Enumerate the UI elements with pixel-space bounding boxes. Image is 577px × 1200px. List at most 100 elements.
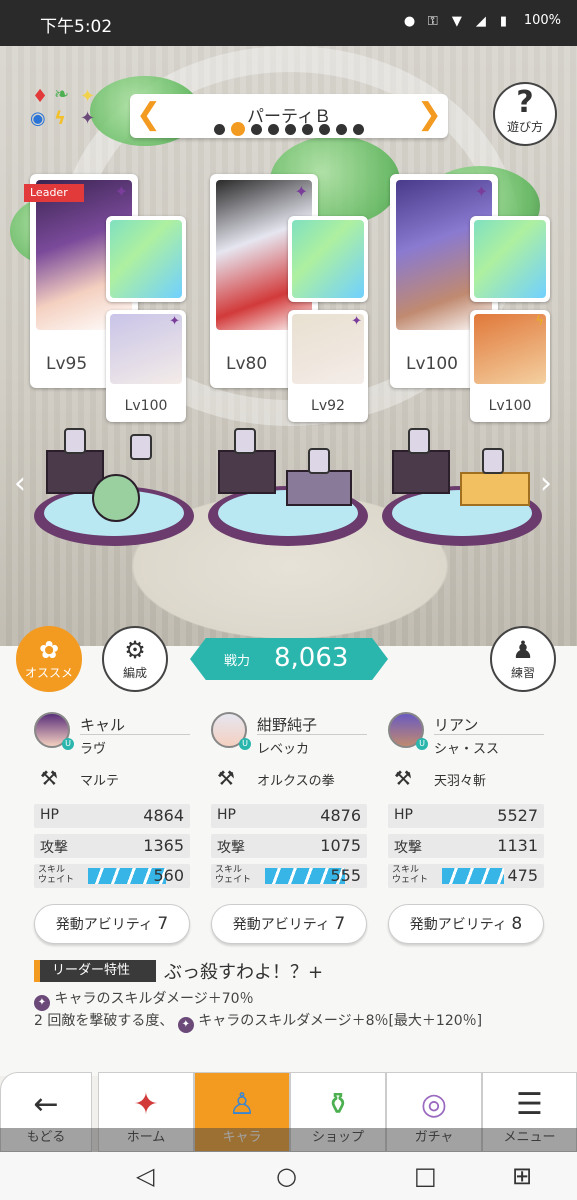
unit-sprite xyxy=(308,448,330,474)
page-dot[interactable] xyxy=(301,124,313,135)
weapon-slot-2[interactable] xyxy=(288,216,368,302)
dark-element-icon: ✦ xyxy=(114,182,128,201)
how-to-play-button[interactable]: ? 遊び方 xyxy=(493,82,557,146)
unit-sprite xyxy=(64,428,86,454)
leader-desc-1: ✦ キャラのスキルダメージ＋70％ xyxy=(34,988,254,1011)
dark-element-icon: ✦ xyxy=(177,1017,194,1033)
sub-character-slot-3[interactable]: ϟ Lv100 xyxy=(470,310,550,422)
support-name: ラヴ xyxy=(80,742,107,757)
support-name: シャ・スス xyxy=(434,742,500,757)
fist-weapon-icon xyxy=(292,220,364,298)
unit-badge-icon: U xyxy=(239,738,251,750)
weapon-slot-1[interactable] xyxy=(106,216,186,302)
system-home-icon[interactable]: ○ xyxy=(276,1162,297,1190)
skill-wait-stat: スキル ウェイト 560 xyxy=(34,864,190,888)
practice-button[interactable]: ♟ 練習 xyxy=(490,626,556,692)
weapon-name: 天羽々斬 xyxy=(434,774,487,789)
ability-button[interactable]: 発動アビリティ 7 xyxy=(34,904,190,944)
dark-element-icon: ✦ xyxy=(34,995,50,1011)
recommend-button[interactable]: ✿ オススメ xyxy=(16,626,82,692)
wifi-icon: ▼ xyxy=(451,13,462,29)
unit-badge-icon: U xyxy=(416,738,428,750)
key-icon: ⚿ xyxy=(427,13,438,29)
unit-sprite xyxy=(234,428,256,454)
ability-button[interactable]: 発動アビリティ 8 xyxy=(388,904,544,944)
pedestal-2 xyxy=(208,426,368,546)
hp-stat: HP 5527 xyxy=(388,804,544,828)
system-recents-icon[interactable]: □ xyxy=(414,1162,437,1190)
training-dummy-icon: ♟ xyxy=(512,636,534,664)
attack-stat: 攻撃 1131 xyxy=(388,834,544,858)
leader-tag: Leader xyxy=(24,184,84,202)
weapon-type-icon: ⚒ xyxy=(40,766,58,790)
character-level: Lv95 xyxy=(46,354,88,374)
dark-element-icon: ✦ xyxy=(169,314,180,329)
sword-weapon-icon xyxy=(474,220,546,298)
sub-character-slot-2[interactable]: ✦ Lv92 xyxy=(288,310,368,422)
sub-character-slot-1[interactable]: ✦ Lv100 xyxy=(106,310,186,422)
hp-stat: HP 4876 xyxy=(211,804,367,828)
dark-element-icon: ✦ xyxy=(294,182,308,201)
weapon-name: マルテ xyxy=(80,774,120,789)
pedestal-3 xyxy=(382,426,542,546)
support-name: レベッカ xyxy=(257,742,310,757)
system-back-icon[interactable]: ◁ xyxy=(136,1162,154,1190)
back-arrow-icon: ← xyxy=(33,1087,59,1122)
page-dot[interactable] xyxy=(318,124,330,135)
shop-icon: ⚱ xyxy=(325,1087,351,1122)
menu-icon: ☰ xyxy=(516,1087,543,1122)
attack-stat: 攻撃 1075 xyxy=(211,834,367,858)
party-page-dots xyxy=(0,122,577,136)
page-dot[interactable] xyxy=(267,124,279,135)
page-dot[interactable] xyxy=(284,124,296,135)
battle-power-value: 8,063 xyxy=(274,643,349,673)
thunder-element-icon: ϟ xyxy=(535,314,544,329)
weapon-type-icon: ⚒ xyxy=(217,766,235,790)
unit-badge-icon: U xyxy=(62,738,74,750)
character-name: キャル xyxy=(80,716,126,734)
scroll-left-arrow-icon[interactable]: ‹ xyxy=(14,466,26,501)
unit-sprite xyxy=(482,448,504,474)
leader-skill-name: ぶっ殺すわよ！？+ xyxy=(164,962,324,983)
character-icon: ♙ xyxy=(228,1087,256,1122)
character-level: Lv100 xyxy=(406,354,458,374)
gacha-icon: ◎ xyxy=(420,1087,448,1122)
clock: 下午5:02 xyxy=(40,17,113,37)
attack-stat: 攻撃 1365 xyxy=(34,834,190,858)
gamepad-icon[interactable]: ⊞ xyxy=(512,1162,532,1190)
weapon-name: オルクスの拳 xyxy=(257,774,335,789)
unit-sprite xyxy=(130,434,152,460)
notification-dot-icon: ● xyxy=(403,13,416,29)
home-icon: ✦ xyxy=(133,1087,159,1122)
recommend-icon: ✿ xyxy=(38,636,60,664)
leader-desc-2: 2 回敵を撃破する度、 ✦ キャラのスキルダメージ＋8％[最大＋120％] xyxy=(34,1010,482,1033)
battery-percent: 100% xyxy=(523,13,561,28)
fire-element-icon: ♦ xyxy=(32,86,49,107)
weapon-sprite xyxy=(92,474,140,522)
dark-element-icon: ✦ xyxy=(351,314,362,329)
weapon-type-icon: ⚒ xyxy=(394,766,412,790)
signal-icon: ◢ xyxy=(475,13,486,29)
battle-power: 戦力 8,063 xyxy=(190,638,388,680)
staff-weapon-icon xyxy=(110,220,182,298)
hp-stat: HP 4864 xyxy=(34,804,190,828)
wind-element-icon: ❧ xyxy=(54,84,70,105)
character-level: Lv80 xyxy=(226,354,268,374)
page-dot[interactable] xyxy=(250,124,262,135)
page-dot[interactable] xyxy=(352,124,364,135)
page-dot-active[interactable] xyxy=(230,122,245,136)
weapon-slot-3[interactable] xyxy=(470,216,550,302)
skill-wait-stat: スキル ウェイト 475 xyxy=(388,864,544,888)
unit-sprite xyxy=(408,428,430,454)
formation-button[interactable]: ⚙ 編成 xyxy=(102,626,168,692)
character-name: リアン xyxy=(434,716,479,734)
skill-wait-stat: スキル ウェイト 555 xyxy=(211,864,367,888)
battery-icon: ▮ xyxy=(499,13,507,29)
pedestal-1 xyxy=(34,426,194,546)
page-dot[interactable] xyxy=(213,124,225,135)
system-navigation: ◁ ○ □ ⊞ xyxy=(0,1152,577,1200)
light-element-icon: ✦ xyxy=(80,86,96,107)
page-dot[interactable] xyxy=(335,124,347,135)
ability-button[interactable]: 発動アビリティ 7 xyxy=(211,904,367,944)
dark-element-icon: ✦ xyxy=(474,182,488,201)
